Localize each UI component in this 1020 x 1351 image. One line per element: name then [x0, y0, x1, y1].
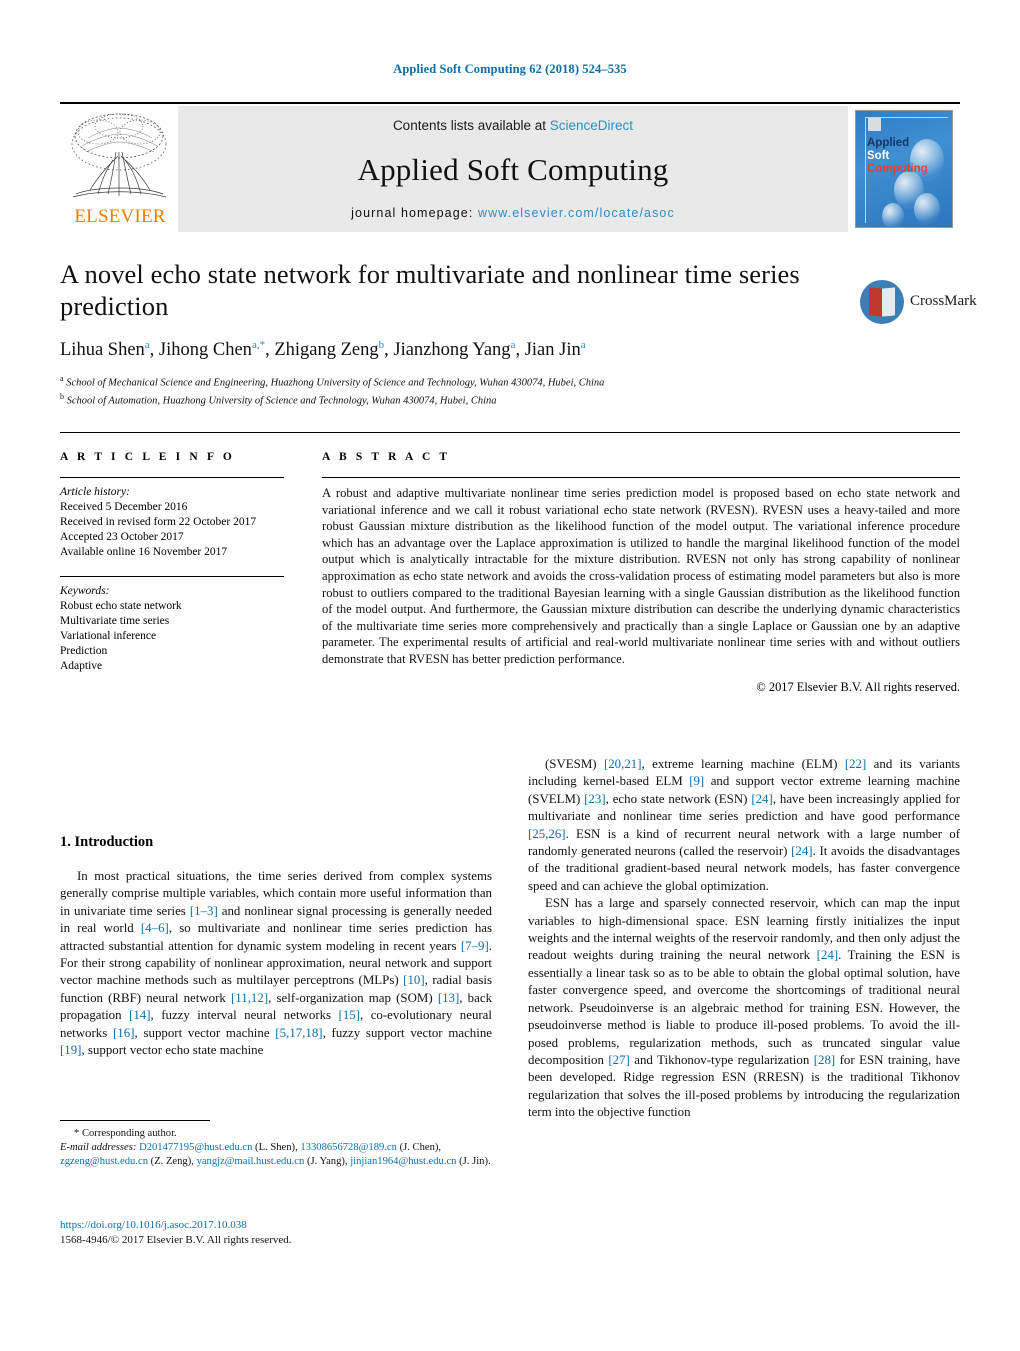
journal-homepage-link[interactable]: www.elsevier.com/locate/asoc: [478, 206, 675, 220]
elsevier-wordmark: ELSEVIER: [74, 206, 166, 227]
article-info-column: A R T I C L E I N F O Article history: R…: [60, 451, 308, 695]
affiliation-a-text: School of Mechanical Science and Enginee…: [66, 377, 605, 389]
keywords-block: Keywords: Robust echo state network Mult…: [60, 576, 284, 674]
history-item: Received in revised form 22 October 2017: [60, 516, 257, 528]
keywords-rule: [60, 576, 284, 577]
affiliation-a: a School of Mechanical Science and Engin…: [60, 374, 605, 389]
keyword-item: Robust echo state network: [60, 600, 182, 612]
body-column-left: 1. Introduction In most practical situat…: [60, 756, 492, 1122]
body-columns: 1. Introduction In most practical situat…: [60, 756, 960, 1122]
journal-cover-wrap: Applied Soft Computing: [848, 106, 960, 232]
journal-title: Applied Soft Computing: [357, 151, 669, 187]
keyword-item: Variational inference: [60, 630, 157, 642]
cover-stamp-icon: [868, 118, 881, 131]
article-info-rule: [60, 477, 284, 478]
keyword-item: Prediction: [60, 645, 108, 657]
page-title: A novel echo state network for multivari…: [60, 259, 800, 321]
cover-title-line2: Soft: [867, 150, 890, 162]
history-item: Available online 16 November 2017: [60, 546, 228, 558]
keyword-item: Multivariate time series: [60, 615, 170, 627]
running-head: Applied Soft Computing 62 (2018) 524–535: [393, 62, 627, 76]
history-item: Accepted 23 October 2017: [60, 531, 184, 543]
doi-block: https://doi.org/10.1016/j.asoc.2017.10.0…: [60, 1218, 492, 1248]
author-list: Lihua Shena, Jihong Chena,*, Zhigang Zen…: [60, 339, 586, 361]
abstract-heading: A B S T R A C T: [322, 451, 451, 463]
section-heading-introduction: 1. Introduction: [60, 834, 154, 850]
corresponding-author-note: * Corresponding author.: [74, 1128, 177, 1139]
abstract-column: A B S T R A C T A robust and adaptive mu…: [308, 451, 960, 695]
issn-copyright: 1568-4946/© 2017 Elsevier B.V. All right…: [60, 1234, 292, 1246]
doi-link[interactable]: https://doi.org/10.1016/j.asoc.2017.10.0…: [60, 1218, 492, 1233]
abstract-rule: [322, 477, 960, 478]
homepage-prefix: journal homepage:: [351, 206, 478, 220]
contents-available-line: Contents lists available at ScienceDirec…: [393, 118, 633, 133]
keyword-item: Adaptive: [60, 660, 103, 672]
paragraph: ESN has a large and sparsely connected r…: [528, 896, 960, 1120]
paper-page: Applied Soft Computing 62 (2018) 524–535: [0, 0, 1020, 1351]
abstract-text: A robust and adaptive multivariate nonli…: [322, 486, 960, 666]
sciencedirect-link[interactable]: ScienceDirect: [550, 118, 633, 133]
cover-title-line1: Applied: [867, 137, 910, 149]
affiliation-b-text: School of Automation, Huazhong Universit…: [66, 395, 497, 407]
masthead-center: Contents lists available at ScienceDirec…: [178, 106, 848, 232]
journal-masthead: ELSEVIER Contents lists available at Sci…: [60, 102, 960, 232]
crossmark-icon: [860, 280, 904, 324]
info-abstract-band: A R T I C L E I N F O Article history: R…: [60, 432, 960, 695]
crossmark-badge[interactable]: CrossMark: [860, 280, 977, 332]
footnote-block: * Corresponding author. E-mail addresses…: [60, 1120, 492, 1170]
cover-title-line3: Computing: [867, 163, 928, 175]
paragraph: In most practical situations, the time s…: [60, 869, 493, 1058]
affiliation-b: b School of Automation, Huazhong Univers…: [60, 392, 497, 407]
title-block: CrossMark A novel echo state network for…: [60, 258, 977, 408]
abstract-copyright: © 2017 Elsevier B.V. All rights reserved…: [756, 679, 960, 694]
body-column-right: (SVESM) [20,21], extreme learning machin…: [528, 756, 960, 1122]
journal-cover-image: Applied Soft Computing: [855, 110, 953, 228]
journal-homepage-line: journal homepage: www.elsevier.com/locat…: [351, 206, 675, 220]
keywords-title: Keywords:: [60, 585, 110, 597]
footnote-rule: [60, 1120, 210, 1121]
elsevier-tree-icon: [71, 113, 167, 198]
paragraph: (SVESM) [20,21], extreme learning machin…: [528, 757, 960, 893]
crossmark-label: CrossMark: [910, 293, 977, 309]
history-item: Received 5 December 2016: [60, 501, 188, 513]
article-history-title: Article history:: [60, 486, 130, 498]
contents-prefix: Contents lists available at: [392, 118, 550, 133]
elsevier-logo: ELSEVIER: [60, 106, 178, 232]
article-info-heading: A R T I C L E I N F O: [60, 451, 235, 463]
email-addresses-label: E-mail addresses:: [60, 1142, 137, 1154]
email-addresses-note: E-mail addresses: D201477195@hust.edu.cn…: [60, 1141, 492, 1169]
